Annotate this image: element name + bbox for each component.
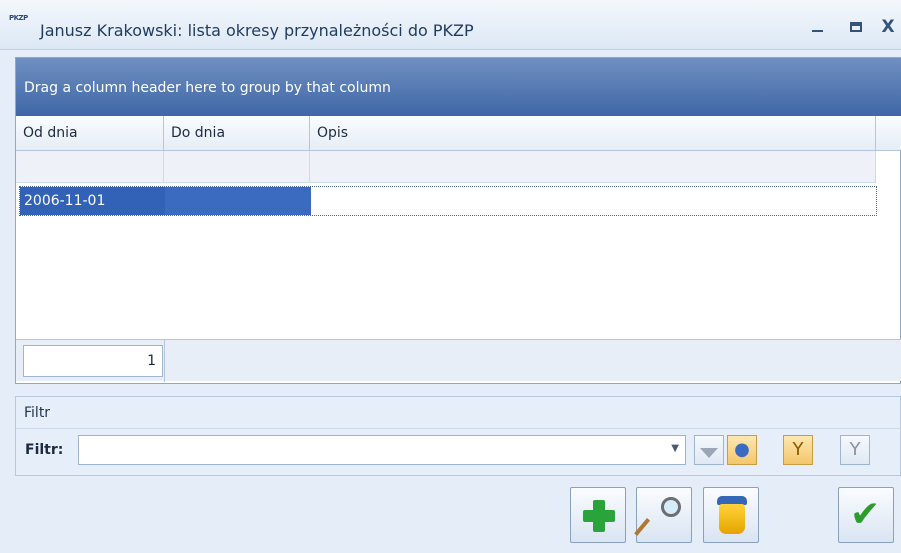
filter-group: Filtr Filtr: ▼ ● Y Y bbox=[15, 396, 901, 476]
cell-od-dnia[interactable]: 2006-11-01 bbox=[20, 187, 165, 215]
grid-header: Od dnia Do dnia Opis bbox=[16, 116, 901, 151]
chevron-down-icon[interactable]: ▼ bbox=[671, 443, 679, 454]
minimize-button[interactable] bbox=[808, 15, 828, 39]
window-title: Janusz Krakowski: lista okresy przynależ… bbox=[40, 21, 474, 40]
table-row[interactable]: 2006-11-01 bbox=[19, 186, 877, 216]
filter-label: Filtr: bbox=[25, 442, 64, 458]
checkmark-icon: ✔ bbox=[850, 494, 881, 535]
footer-divider bbox=[164, 340, 165, 382]
apply-filter-button[interactable] bbox=[694, 435, 724, 465]
periods-grid: Drag a column header here to group by th… bbox=[15, 57, 901, 384]
filter-cell-do-dnia[interactable] bbox=[164, 151, 310, 183]
filter-cell-od-dnia[interactable] bbox=[16, 151, 164, 183]
column-header-do-dnia[interactable]: Do dnia bbox=[164, 116, 310, 151]
magnifier-icon bbox=[661, 497, 681, 517]
filter-cell-opis[interactable] bbox=[310, 151, 876, 183]
group-by-hint: Drag a column header here to group by th… bbox=[24, 80, 391, 96]
cell-opis[interactable] bbox=[311, 187, 876, 215]
trash-body bbox=[719, 504, 745, 534]
close-button[interactable]: X bbox=[878, 15, 898, 39]
dialog-window: PKZP Janusz Krakowski: lista okresy przy… bbox=[0, 0, 901, 553]
filter-builder-button[interactable]: ● bbox=[727, 435, 757, 465]
close-icon: X bbox=[881, 17, 895, 37]
delete-button[interactable] bbox=[703, 487, 759, 543]
clear-filter-button[interactable]: Y bbox=[840, 435, 870, 465]
title-bar[interactable]: PKZP Janusz Krakowski: lista okresy przy… bbox=[0, 0, 901, 50]
filter-combo[interactable]: ▼ bbox=[78, 435, 686, 465]
magnifier-handle bbox=[634, 518, 651, 536]
maximize-icon bbox=[850, 22, 862, 32]
grid-footer: 1 bbox=[16, 339, 901, 382]
add-button[interactable] bbox=[570, 487, 626, 543]
cell-do-dnia[interactable] bbox=[165, 187, 311, 215]
column-header-opis[interactable]: Opis bbox=[310, 116, 876, 151]
plus-icon-vertical bbox=[593, 500, 605, 532]
funnel-icon bbox=[700, 448, 718, 458]
view-button[interactable] bbox=[634, 487, 692, 543]
filter-group-title[interactable]: Filtr bbox=[16, 397, 901, 429]
maximize-button[interactable] bbox=[846, 15, 866, 39]
funnel-clear-icon: Y bbox=[849, 439, 861, 460]
minimize-icon bbox=[812, 30, 823, 32]
app-icon-tag: PKZP bbox=[9, 14, 28, 22]
pkzp-app-icon: PKZP bbox=[9, 14, 31, 36]
filter-builder-icon: ● bbox=[734, 439, 750, 460]
funnel-wrench-icon: Y bbox=[792, 439, 804, 460]
group-by-panel[interactable]: Drag a column header here to group by th… bbox=[16, 58, 901, 116]
advanced-filter-button[interactable]: Y bbox=[783, 435, 813, 465]
record-count: 1 bbox=[23, 345, 163, 377]
column-header-od-dnia[interactable]: Od dnia bbox=[16, 116, 164, 151]
grid-filter-row bbox=[16, 151, 876, 183]
confirm-button[interactable]: ✔ bbox=[838, 487, 894, 543]
